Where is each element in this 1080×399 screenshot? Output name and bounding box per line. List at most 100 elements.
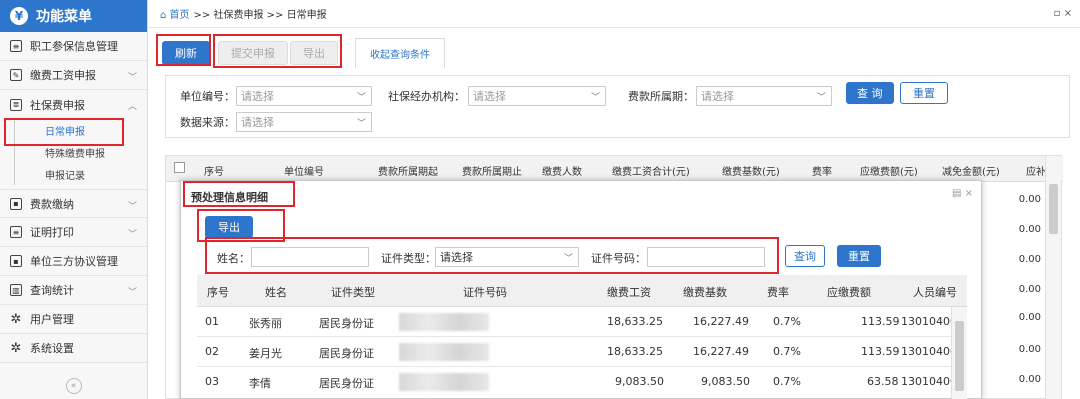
masked-id-number [399,373,489,391]
table-header: 序号 单位编号 费款所属期起 费款所属期止 缴费人数 缴费工资合计(元) 缴费基… [166,156,1063,182]
collapse-icon[interactable]: « [65,378,82,394]
table-row[interactable]: 02 姜月光 居民身份证 18,633.25 16,227.49 0.7% 11… [197,337,967,367]
table-scrollbar[interactable] [1045,156,1061,399]
sidebar-item-settings[interactable]: ✲ 系统设置 [0,334,147,363]
row-due: 113.59 [861,315,900,328]
query-button[interactable]: 查 询 [846,82,894,104]
chevron-down-icon: ﹀ [127,202,137,212]
row-rate: 0.7% [773,345,801,358]
sidebar-title: 功能菜单 [36,9,92,25]
row-base: 9,083.50 [701,375,750,388]
row-id-type: 居民身份证 [319,317,374,330]
scrollbar-thumb[interactable] [955,321,964,391]
table-row[interactable]: 01 张秀丽 居民身份证 18,633.25 16,227.49 0.7% 11… [197,307,967,337]
sidebar-item-stats[interactable]: ▥ 查询统计 ﹀ [0,276,147,305]
sidebar-item-payment[interactable]: ▪ 费款缴纳 ﹀ [0,189,147,218]
row-id-type: 居民身份证 [319,377,374,390]
detail-table-header: 序号 姓名 证件类型 证件号码 缴费工资 缴费基数 费率 应缴费额 人员编号 [197,275,967,307]
row-no: 01 [205,315,219,328]
sidebar-subitem-records[interactable]: 申报记录 [14,163,147,185]
preprocess-detail-dialog: 预处理信息明细 ▤ × 导出 姓名： 证件类型： 请选择 ﹀ 证件号码： 查询 … [180,180,982,399]
period-value: 请选择 [701,90,734,103]
doc-icon: ≣ [10,98,22,111]
row-due: 113.59 [861,345,900,358]
period-label: 费款所属期： [628,90,694,103]
detail-table: 序号 姓名 证件类型 证件号码 缴费工资 缴费基数 费率 应缴费额 人员编号 0… [197,275,967,399]
source-select[interactable]: 请选择 ﹀ [236,112,372,132]
col-header: 缴费工资 [607,286,651,299]
sidebar-item-employee-info[interactable]: ≡ 职工参保信息管理 [0,32,147,61]
unit-code-select[interactable]: 请选择 ﹀ [236,86,372,106]
filter-panel: 单位编号： 请选择 ﹀ 社保经办机构： 请选择 ﹀ 费款所属期： 请选择 ﹀ 查… [165,75,1070,138]
gear-icon: ✲ [10,340,22,356]
chevron-down-icon: ﹀ [127,230,137,240]
dialog-reset-button[interactable]: 重置 [837,245,881,267]
tab-collapse-query[interactable]: 收起查询条件 [355,38,445,68]
row-person-id: 13010400 [901,315,957,328]
row-wage: 18,633.25 [607,345,663,358]
highlight-dialog-title-box [183,181,295,207]
col-header: 缴费基数(元) [722,167,780,178]
row-id-type: 居民身份证 [319,347,374,360]
masked-id-number [399,313,489,331]
row-rate: 0.7% [773,375,801,388]
reduction-cell: 0.00 [1018,374,1041,385]
reduction-cell: 0.00 [1018,254,1041,265]
unit-code-value: 请选择 [241,90,274,103]
row-base: 16,227.49 [693,315,749,328]
chevron-up-icon: ︿ [127,102,137,112]
row-person-id: 13010400 [901,345,957,358]
agency-label: 社保经办机构： [388,90,465,103]
sidebar-item-wage-report[interactable]: ✎ 缴费工资申报 ﹀ [0,61,147,90]
breadcrumb-path: >> 社保费申报 >> 日常申报 [193,10,327,21]
reduction-cell: 0.00 [1018,344,1041,355]
sidebar-item-print[interactable]: ≡ 证明打印 ﹀ [0,218,147,247]
col-header: 应缴费额(元) [860,167,918,178]
row-name: 李倩 [249,377,271,390]
agency-select[interactable]: 请选择 ﹀ [468,86,606,106]
sidebar-item-label: 单位三方协议管理 [30,255,118,268]
dialog-query-button[interactable]: 查询 [785,245,825,267]
chart-icon: ▥ [10,284,22,296]
sidebar-item-agreement[interactable]: ▪ 单位三方协议管理 [0,247,147,276]
sidebar-item-label: 社保费申报 [30,98,85,112]
chevron-down-icon: ﹀ [127,73,137,83]
col-header: 费款所属期起 [378,167,438,178]
chevron-down-icon: ﹀ [356,93,366,103]
row-name: 姜月光 [249,347,282,360]
sidebar-footer: « [0,373,147,399]
agency-value: 请选择 [473,90,506,103]
masked-id-number [399,343,489,361]
table-row[interactable]: 03 李倩 居民身份证 9,083.50 9,083.50 0.7% 63.58… [197,367,967,397]
breadcrumb: ⌂ 首页 >> 社保费申报 >> 日常申报 ▫ × [148,0,1080,28]
col-header: 减免金额(元) [942,167,1000,178]
row-due: 63.58 [867,375,899,388]
row-wage: 9,083.50 [615,375,664,388]
col-header: 缴费基数 [683,286,727,299]
gear-icon: ✲ [10,311,22,327]
row-wage: 18,633.25 [607,315,663,328]
row-person-id: 13010400 [901,375,957,388]
highlight-daily-box [4,118,124,146]
col-header: 应缴费额 [827,286,871,299]
sidebar-item-social-fee[interactable]: ≣ 社保费申报 ︿ [0,90,147,119]
highlight-submit-export-box [213,34,342,68]
chevron-down-icon: ﹀ [127,288,137,298]
scrollbar-thumb[interactable] [1049,184,1058,234]
detail-table-scrollbar[interactable] [951,307,967,399]
col-header: 人员编号 [913,286,957,299]
reduction-cell: 0.00 [1018,312,1041,323]
col-header: 费率 [767,286,789,299]
col-header: 费率 [812,167,832,178]
row-no: 03 [205,375,219,388]
list-icon: ≡ [10,40,22,52]
period-select[interactable]: 请选择 ﹀ [696,86,832,106]
sidebar-item-label: 用户管理 [30,313,74,326]
header-checkbox[interactable] [174,162,185,173]
sidebar-item-users[interactable]: ✲ 用户管理 [0,305,147,334]
dialog-controls[interactable]: ▤ × [952,188,973,199]
window-controls[interactable]: ▫ × [1054,8,1072,19]
home-link[interactable]: ⌂ 首页 [160,6,190,21]
col-header: 证件号码 [463,286,507,299]
reset-button[interactable]: 重置 [900,82,948,104]
